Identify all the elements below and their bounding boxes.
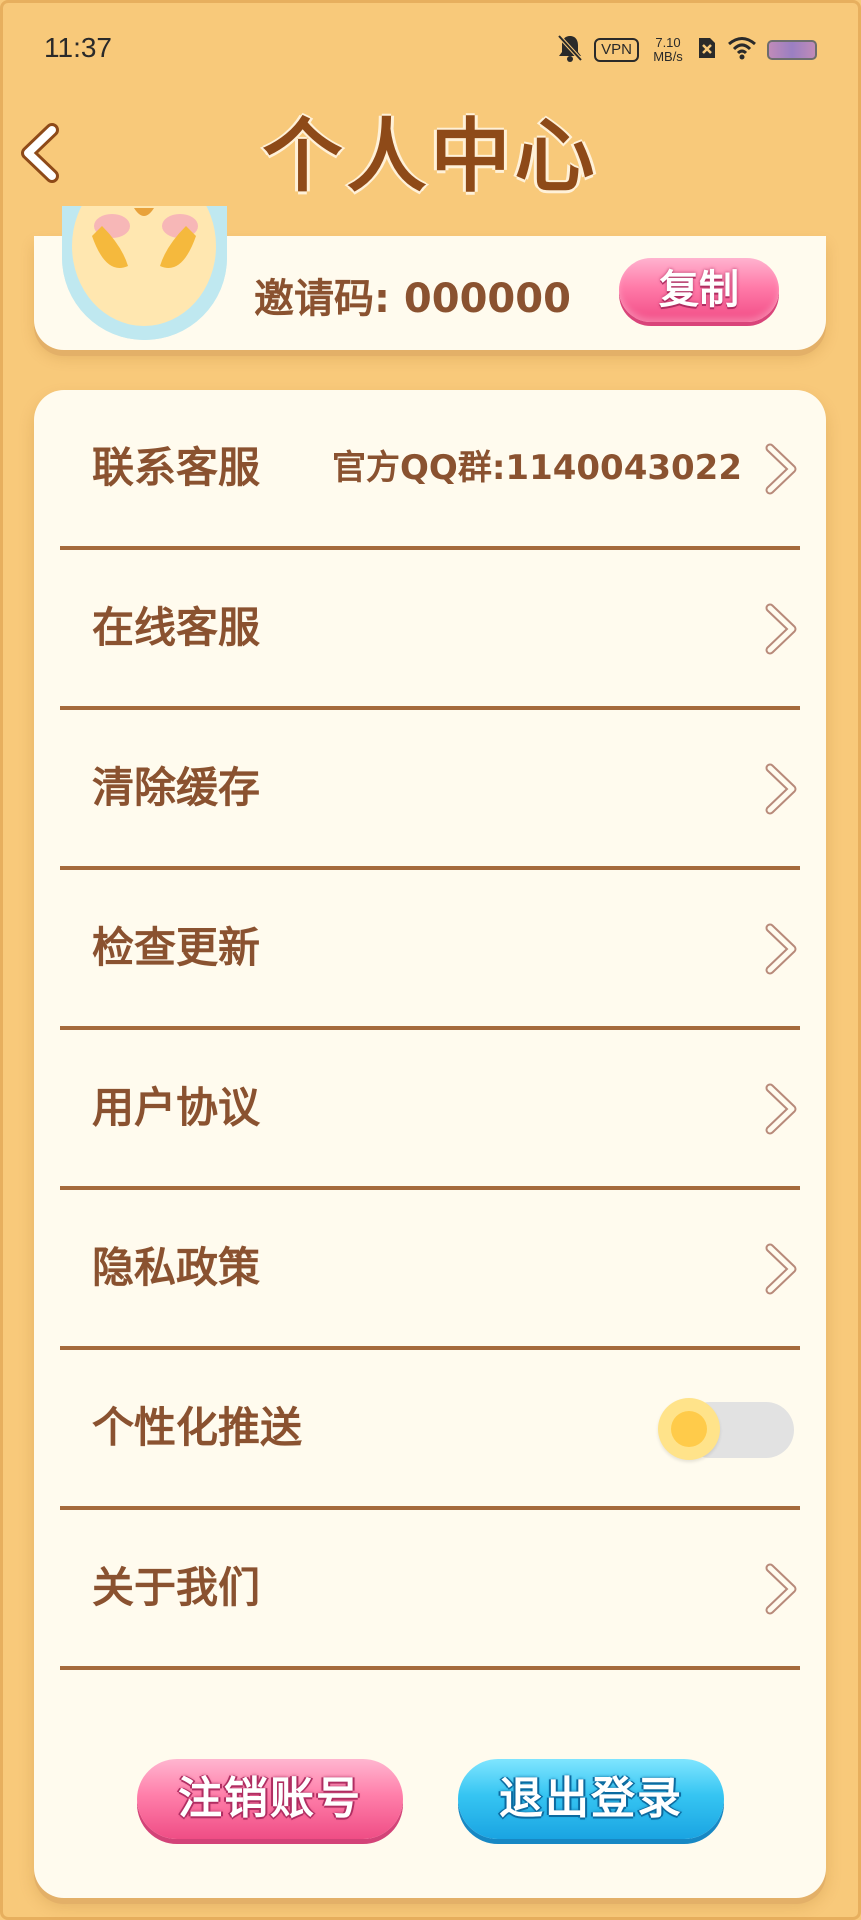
copy-button[interactable]: 复制 [619,258,779,322]
toggle-knob [658,1398,720,1460]
menu-item-personalized-push: 个性化推送 [60,1350,800,1510]
settings-card: 联系客服 官方QQ群:1140043022 在线客服 清除缓存 检查更新 用户协… [34,390,826,1898]
network-speed-unit: MB/s [653,49,683,64]
chevron-right-icon [765,1083,797,1135]
chevron-right-icon [765,1243,797,1295]
menu-item-contact-support[interactable]: 联系客服 官方QQ群:1140043022 [60,390,800,550]
menu-item-privacy-policy[interactable]: 隐私政策 [60,1190,800,1350]
network-speed-value: 7.10 [655,35,681,50]
menu-item-label: 隐私政策 [92,1243,261,1292]
menu-item-about-us[interactable]: 关于我们 [60,1510,800,1670]
network-speed: 7.10 MB/s [649,36,687,64]
menu-item-user-agreement[interactable]: 用户协议 [60,1030,800,1190]
battery-icon [767,40,817,60]
menu-item-label: 用户协议 [92,1083,261,1132]
menu-item-label: 检查更新 [92,923,261,972]
menu-item-check-update[interactable]: 检查更新 [60,870,800,1030]
vpn-badge: VPN [594,38,639,62]
status-icons: VPN 7.10 MB/s [556,30,817,70]
no-sim-icon [697,36,717,64]
cancel-account-button[interactable]: 注销账号 [137,1759,403,1839]
qq-group-value: 官方QQ群:1140043022 [332,448,742,488]
bell-muted-icon [556,33,584,67]
logout-button[interactable]: 退出登录 [458,1759,724,1839]
menu-item-label: 关于我们 [92,1563,261,1612]
chevron-right-icon [765,443,797,495]
chevron-right-icon [765,603,797,655]
profile-card: 邀请码: 000000 复制 [34,206,826,350]
wifi-icon [727,36,757,64]
chevron-right-icon [765,923,797,975]
avatar[interactable] [62,206,227,340]
chevron-right-icon [765,1563,797,1615]
menu-item-label: 清除缓存 [92,763,261,812]
status-bar: 11:37 VPN 7.10 MB/s [0,0,861,100]
status-time: 11:37 [44,32,112,63]
menu-item-label: 联系客服 [92,443,261,492]
chevron-right-icon [765,763,797,815]
invite-code: 邀请码: 000000 [254,276,571,322]
personalized-push-toggle[interactable] [658,1398,794,1460]
menu-item-online-support[interactable]: 在线客服 [60,550,800,710]
menu-item-label: 在线客服 [92,603,261,652]
page-title: 个人中心 [262,110,599,203]
menu-item-clear-cache[interactable]: 清除缓存 [60,710,800,870]
menu-item-label: 个性化推送 [92,1403,303,1452]
